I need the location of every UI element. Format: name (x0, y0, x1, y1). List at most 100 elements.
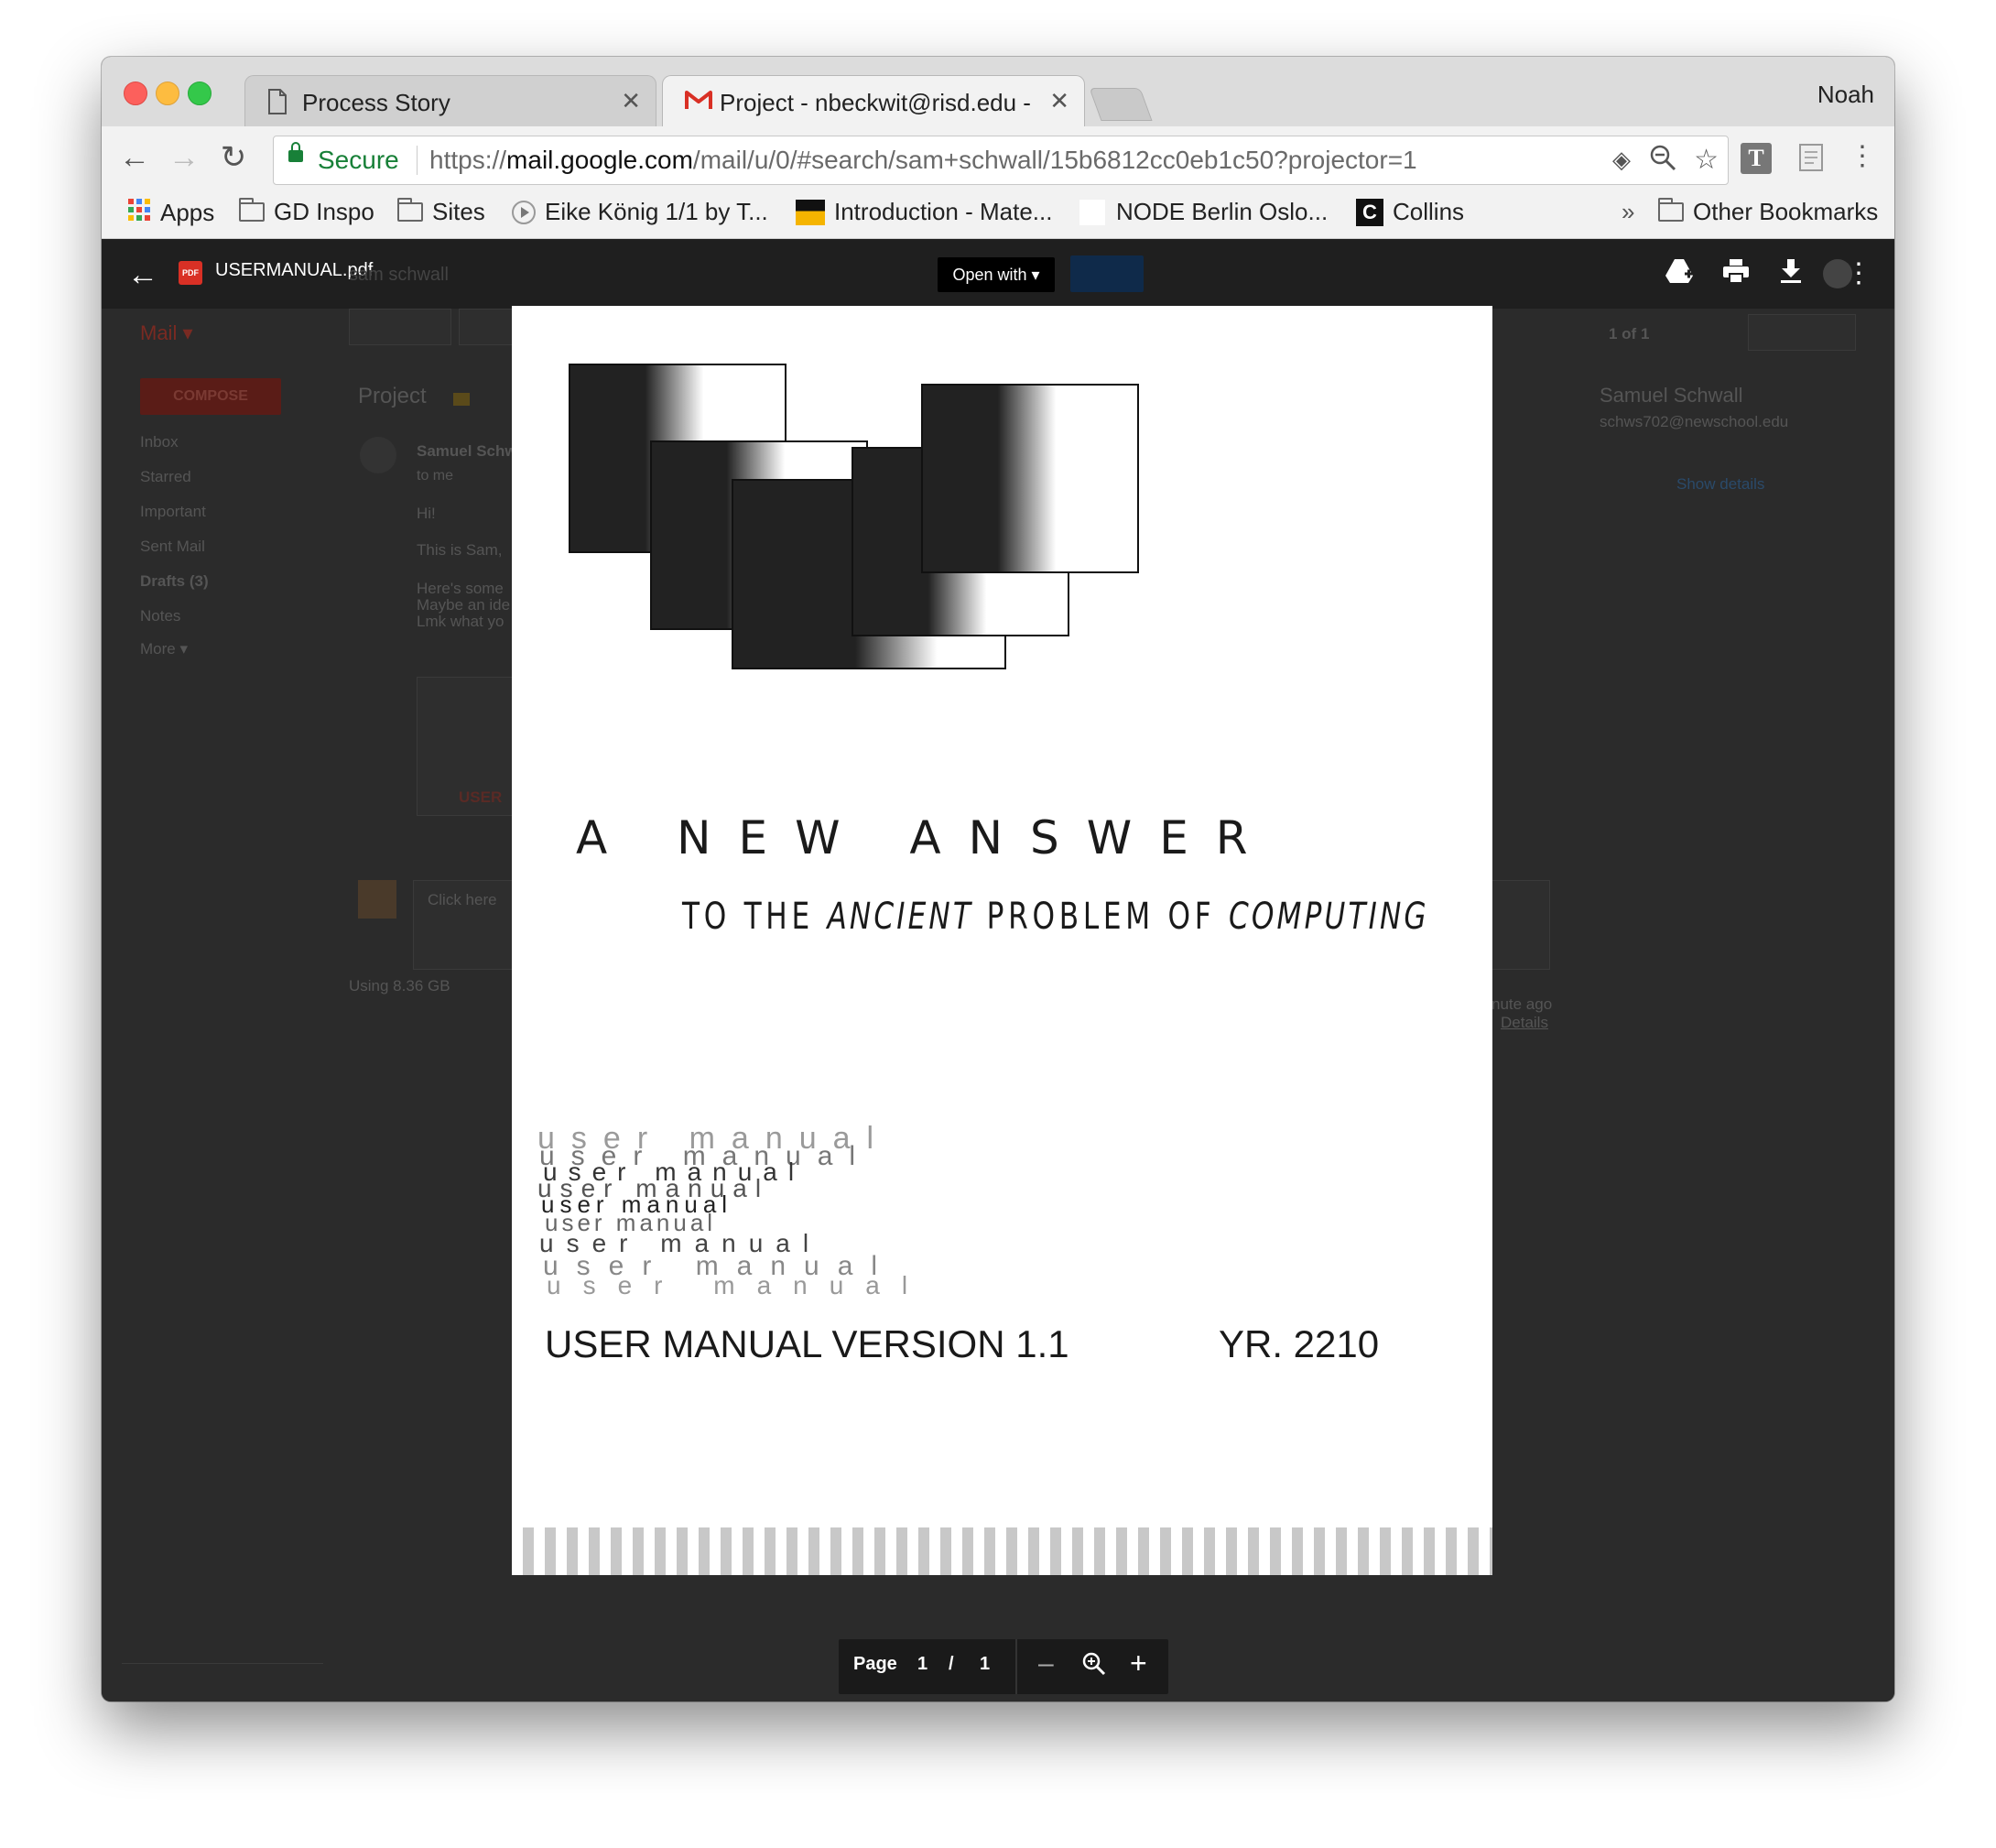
user-avatar (358, 880, 396, 919)
open-with-button[interactable]: Open with ▾ (938, 257, 1055, 292)
nav-notes: Notes (140, 607, 181, 625)
download-icon[interactable] (1779, 257, 1803, 292)
nav-starred: Starred (140, 468, 191, 485)
body-line: Lmk what yo (417, 613, 504, 630)
chrome-menu-icon[interactable]: ⋮ (1847, 143, 1878, 174)
bookmarks-bar: Apps GD Inspo Sites Eike König 1/1 by T.… (102, 190, 1894, 239)
bookmark-eike-konig[interactable]: Eike König 1/1 by T... (512, 198, 768, 226)
play-icon (512, 200, 536, 224)
notes-extension-icon[interactable] (1797, 143, 1828, 174)
cover-illustration (569, 364, 1139, 669)
close-tab-icon[interactable]: ✕ (621, 87, 641, 115)
gmail-icon (685, 89, 712, 115)
pdf-file-icon: PDF (179, 261, 202, 285)
bookmark-gd-inspo[interactable]: GD Inspo (239, 198, 374, 226)
back-arrow-icon[interactable]: ← (127, 257, 158, 293)
more-options-icon[interactable]: ⋮ (1845, 257, 1872, 289)
nav-sent-mail: Sent Mail (140, 538, 205, 555)
gradient-panel (921, 384, 1139, 573)
bookmark-node-berlin[interactable]: NODE Berlin Oslo... (1079, 198, 1328, 226)
url-text[interactable]: https://mail.google.com/mail/u/0/#search… (429, 146, 1417, 175)
pager: 1 of 1 (1609, 325, 1650, 342)
zoom-icon[interactable] (1080, 1650, 1108, 1683)
body-line: Hi! (417, 505, 436, 522)
extension-diamond-icon[interactable]: ◈ (1612, 146, 1631, 174)
add-to-drive-icon[interactable] (1665, 257, 1695, 292)
divider (417, 146, 418, 175)
page-separator: / (949, 1654, 954, 1674)
avatar (360, 437, 396, 473)
document-icon (267, 89, 287, 119)
maximize-window-button[interactable] (188, 82, 212, 105)
storage-usage: Using 8.36 GB (349, 977, 450, 995)
page-controls: Page 1 / 1 – + (839, 1639, 1168, 1694)
striped-footer-band (512, 1527, 1492, 1575)
show-details-link: Show details (1676, 475, 1765, 493)
last-activity: nute ago (1492, 995, 1553, 1013)
current-page-input[interactable]: 1 (917, 1654, 927, 1675)
security-label: Secure (318, 146, 399, 174)
close-window-button[interactable] (124, 82, 147, 105)
tab-strip: Process Story ✕ Project - nbeckwit@risd.… (102, 57, 1894, 127)
contact-email: schws702@newschool.edu (1600, 413, 1789, 430)
contact-name: Samuel Schwall (1600, 384, 1743, 407)
bookmarks-overflow-chevron[interactable]: » (1622, 198, 1634, 226)
total-pages: 1 (980, 1654, 991, 1674)
bookmark-star-icon[interactable]: ☆ (1694, 144, 1719, 176)
body-line: This is Sam, (417, 541, 503, 559)
zoom-in-icon[interactable]: + (1130, 1647, 1147, 1680)
mail-label: Mail ▾ (140, 321, 193, 344)
compose-button: COMPOSE (140, 378, 281, 415)
bookmark-other[interactable]: Other Bookmarks (1658, 198, 1878, 226)
reply-placeholder: Click here (428, 891, 497, 908)
address-bar[interactable]: Secure https://mail.google.com/mail/u/0/… (273, 136, 1729, 185)
back-to-search-button (349, 309, 451, 345)
nav-more: More ▾ (140, 640, 188, 658)
version-label: USER MANUAL VERSION 1.1 (545, 1322, 1069, 1365)
tab-title: Project - nbeckwit@risd.edu - (720, 89, 1031, 116)
settings-gear-icon (1748, 314, 1856, 351)
archive-button (459, 309, 515, 345)
lock-icon (288, 142, 303, 162)
search-button (1070, 255, 1144, 292)
zoom-out-icon[interactable]: – (1038, 1648, 1054, 1680)
document-subtitle: TO THE ANCIENT PROBLEM OF COMPUTING (682, 896, 1429, 938)
body-line: Here's some (417, 580, 504, 597)
bookmark-collins[interactable]: C Collins (1356, 198, 1464, 226)
folder-icon (239, 198, 265, 222)
document-headline: A NEW ANSWER (576, 811, 1275, 864)
forward-arrow-icon[interactable]: → (166, 139, 202, 176)
folder-icon (1658, 198, 1684, 222)
tab-project-gmail[interactable]: Project - nbeckwit@risd.edu - ✕ (662, 75, 1085, 127)
tab-process-story[interactable]: Process Story ✕ (244, 75, 656, 127)
folder-icon (397, 198, 423, 222)
year-label: YR. 2210 (1219, 1322, 1380, 1365)
tab-title: Process Story (302, 89, 450, 116)
bookmark-sites[interactable]: Sites (397, 198, 485, 226)
divider (1015, 1639, 1017, 1694)
zoom-icon[interactable] (1649, 144, 1676, 179)
search-query: sam schwall (349, 265, 449, 285)
body-line: Maybe an ide (417, 596, 511, 614)
divider (122, 1663, 323, 1664)
reload-icon[interactable]: ↻ (215, 139, 252, 176)
close-tab-icon[interactable]: ✕ (1049, 87, 1069, 115)
apps-grid-icon (127, 198, 151, 228)
profile-name[interactable]: Noah (1817, 81, 1874, 109)
back-arrow-icon[interactable]: ← (116, 139, 153, 176)
minimize-window-button[interactable] (156, 82, 179, 105)
browser-toolbar: ← → ↻ Secure https://mail.google.com/mai… (102, 126, 1894, 190)
recipient: to me (417, 468, 454, 484)
page-label: Page (853, 1654, 897, 1674)
nav-inbox: Inbox (140, 433, 179, 451)
new-tab-button[interactable] (1089, 88, 1153, 121)
attachment-name: USER (459, 788, 503, 806)
print-icon[interactable] (1722, 257, 1750, 292)
text-extension-icon[interactable]: T (1741, 143, 1772, 174)
viewer-top-bar: ← PDF USERMANUAL.pdf sam schwall Open wi… (102, 239, 1894, 309)
bookmark-introduction[interactable]: Introduction - Mate... (796, 198, 1052, 226)
blank-icon (1079, 199, 1105, 225)
bookmark-apps[interactable]: Apps (127, 198, 214, 228)
collins-icon: C (1356, 198, 1383, 226)
email-subject: Project (358, 384, 427, 408)
